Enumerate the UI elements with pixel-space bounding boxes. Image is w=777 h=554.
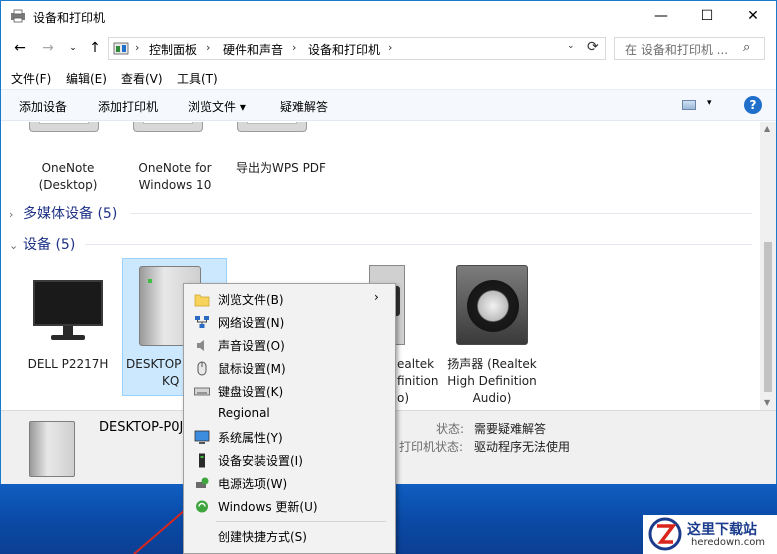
back-button[interactable]: ← bbox=[11, 39, 29, 57]
maximize-button[interactable]: ☐ bbox=[684, 1, 730, 32]
menu-bar: 文件(F) 编辑(E) 查看(V) 工具(T) bbox=[1, 65, 776, 89]
watermark-url: heredown.com bbox=[691, 537, 766, 548]
breadcrumb-separator[interactable]: › bbox=[206, 41, 210, 54]
view-dropdown-icon[interactable]: ▾ bbox=[707, 98, 712, 108]
watermark-title: 这里下载站 bbox=[687, 522, 757, 538]
group-divider bbox=[85, 244, 752, 245]
browse-files-button[interactable]: 浏览文件 ▾ bbox=[188, 98, 246, 115]
change-view-icon[interactable] bbox=[682, 100, 696, 110]
computer-icon bbox=[29, 421, 75, 477]
scrollbar-thumb[interactable] bbox=[764, 242, 772, 392]
minimize-button[interactable]: — bbox=[638, 1, 684, 32]
printer-icon bbox=[229, 122, 313, 138]
submenu-arrow-icon: › bbox=[374, 290, 379, 304]
menu-item-power-options[interactable]: 电源选项(W) bbox=[186, 472, 393, 495]
menu-file[interactable]: 文件(F) bbox=[11, 70, 51, 87]
scroll-up-icon[interactable]: ▲ bbox=[764, 124, 770, 133]
menu-tools[interactable]: 工具(T) bbox=[177, 70, 218, 87]
close-button[interactable]: ✕ bbox=[730, 1, 776, 32]
system-icon bbox=[194, 430, 210, 444]
group-header-devices[interactable]: ⌄ 设备 (5) bbox=[9, 234, 75, 254]
control-panel-icon bbox=[113, 42, 129, 55]
details-printer-status-label: 打印机状态: bbox=[399, 440, 464, 454]
printer-icon bbox=[125, 122, 209, 138]
title-bar: 设备和打印机 — ☐ ✕ bbox=[1, 1, 776, 32]
network-icon bbox=[195, 316, 209, 328]
scroll-down-icon[interactable]: ▼ bbox=[764, 398, 770, 407]
recent-locations-button[interactable]: ⌄ bbox=[64, 39, 82, 57]
site-logo-icon bbox=[648, 517, 682, 551]
menu-edit[interactable]: 编辑(E) bbox=[66, 70, 107, 87]
details-device-name: DESKTOP-P0J bbox=[99, 420, 184, 435]
command-bar: 添加设备 添加打印机 浏览文件 ▾ 疑难解答 ▾ ? bbox=[1, 89, 776, 121]
address-toolbar: ← → ⌄ ↑ › 控制面板 › 硬件和声音 › 设备和打印机 › ⌄ ⟳ 在 … bbox=[1, 32, 776, 65]
menu-view[interactable]: 查看(V) bbox=[121, 70, 163, 87]
menu-item-browse-files[interactable]: 浏览文件(B) › bbox=[186, 288, 393, 311]
forward-button[interactable]: → bbox=[39, 39, 57, 57]
details-status-value: 需要疑难解答 bbox=[474, 422, 547, 436]
menu-separator bbox=[216, 521, 386, 522]
address-bar[interactable]: › 控制面板 › 硬件和声音 › 设备和打印机 › ⌄ ⟳ bbox=[108, 37, 606, 60]
site-watermark: 这里下载站 heredown.com bbox=[643, 515, 777, 554]
up-button[interactable]: ↑ bbox=[86, 39, 104, 57]
context-menu: 浏览文件(B) › 网络设置(N) 声音设置(O) 鼠标设置(M) 键盘设置(K… bbox=[183, 283, 396, 554]
printer-item-onenote-win10[interactable]: OneNote for Windows 10 bbox=[125, 160, 225, 194]
menu-item-windows-update[interactable]: Windows 更新(U) bbox=[186, 495, 393, 518]
menu-item-device-install-settings[interactable]: 设备安装设置(I) bbox=[186, 449, 393, 472]
group-header-multimedia[interactable]: › 多媒体设备 (5) bbox=[9, 203, 117, 223]
group-divider bbox=[131, 213, 752, 214]
refresh-icon[interactable]: ⟳ bbox=[587, 39, 599, 55]
vertical-scrollbar[interactable]: ▲ ▼ bbox=[760, 122, 776, 410]
printer-item-wps-pdf[interactable]: 导出为WPS PDF bbox=[229, 160, 333, 177]
breadcrumb-devices-printers[interactable]: 设备和打印机 bbox=[308, 41, 380, 58]
troubleshoot-button[interactable]: 疑难解答 bbox=[280, 98, 328, 115]
menu-item-keyboard-settings[interactable]: 键盘设置(K) bbox=[186, 380, 393, 403]
speaker-icon bbox=[456, 265, 528, 345]
device-item-realtek-audio[interactable]: ealtek finition o) bbox=[397, 356, 438, 407]
printer-icon bbox=[21, 122, 105, 138]
update-icon bbox=[196, 500, 208, 513]
address-dropdown-icon[interactable]: ⌄ bbox=[567, 41, 575, 51]
breadcrumb-hardware-sound[interactable]: 硬件和声音 bbox=[223, 41, 283, 58]
help-icon[interactable]: ? bbox=[744, 96, 762, 114]
menu-item-mouse-settings[interactable]: 鼠标设置(M) bbox=[186, 357, 393, 380]
device-label-desktop: DESKTOP KQ bbox=[126, 357, 182, 388]
menu-item-sound-settings[interactable]: 声音设置(O) bbox=[186, 334, 393, 357]
folder-icon bbox=[194, 294, 210, 307]
printer-item-onenote-desktop[interactable]: OneNote (Desktop) bbox=[18, 160, 118, 194]
devices-printers-icon bbox=[11, 9, 25, 23]
monitor-icon bbox=[33, 280, 103, 342]
breadcrumb-separator[interactable]: › bbox=[388, 41, 392, 54]
details-status-label: 状态: bbox=[436, 422, 465, 436]
window-title: 设备和打印机 bbox=[33, 11, 106, 25]
chevron-right-icon: › bbox=[9, 208, 14, 221]
menu-item-system-properties[interactable]: 系统属性(Y) bbox=[186, 426, 393, 449]
chevron-down-icon: ⌄ bbox=[9, 239, 19, 252]
search-placeholder: 在 设备和打印机 ... bbox=[625, 43, 729, 57]
details-printer-status-value: 驱动程序无法使用 bbox=[474, 440, 571, 454]
add-printer-button[interactable]: 添加打印机 bbox=[98, 98, 158, 115]
menu-item-regional[interactable]: Regional bbox=[186, 403, 393, 426]
device-install-icon bbox=[199, 453, 205, 468]
keyboard-icon bbox=[194, 387, 210, 396]
device-item-speakers[interactable]: 扬声器 (Realtek High Definition Audio) bbox=[437, 356, 547, 407]
search-icon[interactable]: ⌕ bbox=[743, 40, 750, 55]
menu-item-create-shortcut[interactable]: 创建快捷方式(S) bbox=[186, 525, 393, 548]
power-icon bbox=[196, 477, 209, 488]
add-device-button[interactable]: 添加设备 bbox=[19, 98, 67, 115]
menu-item-network-settings[interactable]: 网络设置(N) bbox=[186, 311, 393, 334]
search-input[interactable]: 在 设备和打印机 ... ⌕ bbox=[614, 37, 765, 60]
mouse-icon bbox=[197, 361, 207, 376]
breadcrumb-control-panel[interactable]: 控制面板 bbox=[149, 41, 197, 58]
breadcrumb-separator[interactable]: › bbox=[292, 41, 296, 54]
device-item-monitor[interactable]: DELL P2217H bbox=[18, 356, 118, 373]
sound-icon bbox=[197, 340, 204, 351]
breadcrumb-separator: › bbox=[135, 41, 140, 54]
